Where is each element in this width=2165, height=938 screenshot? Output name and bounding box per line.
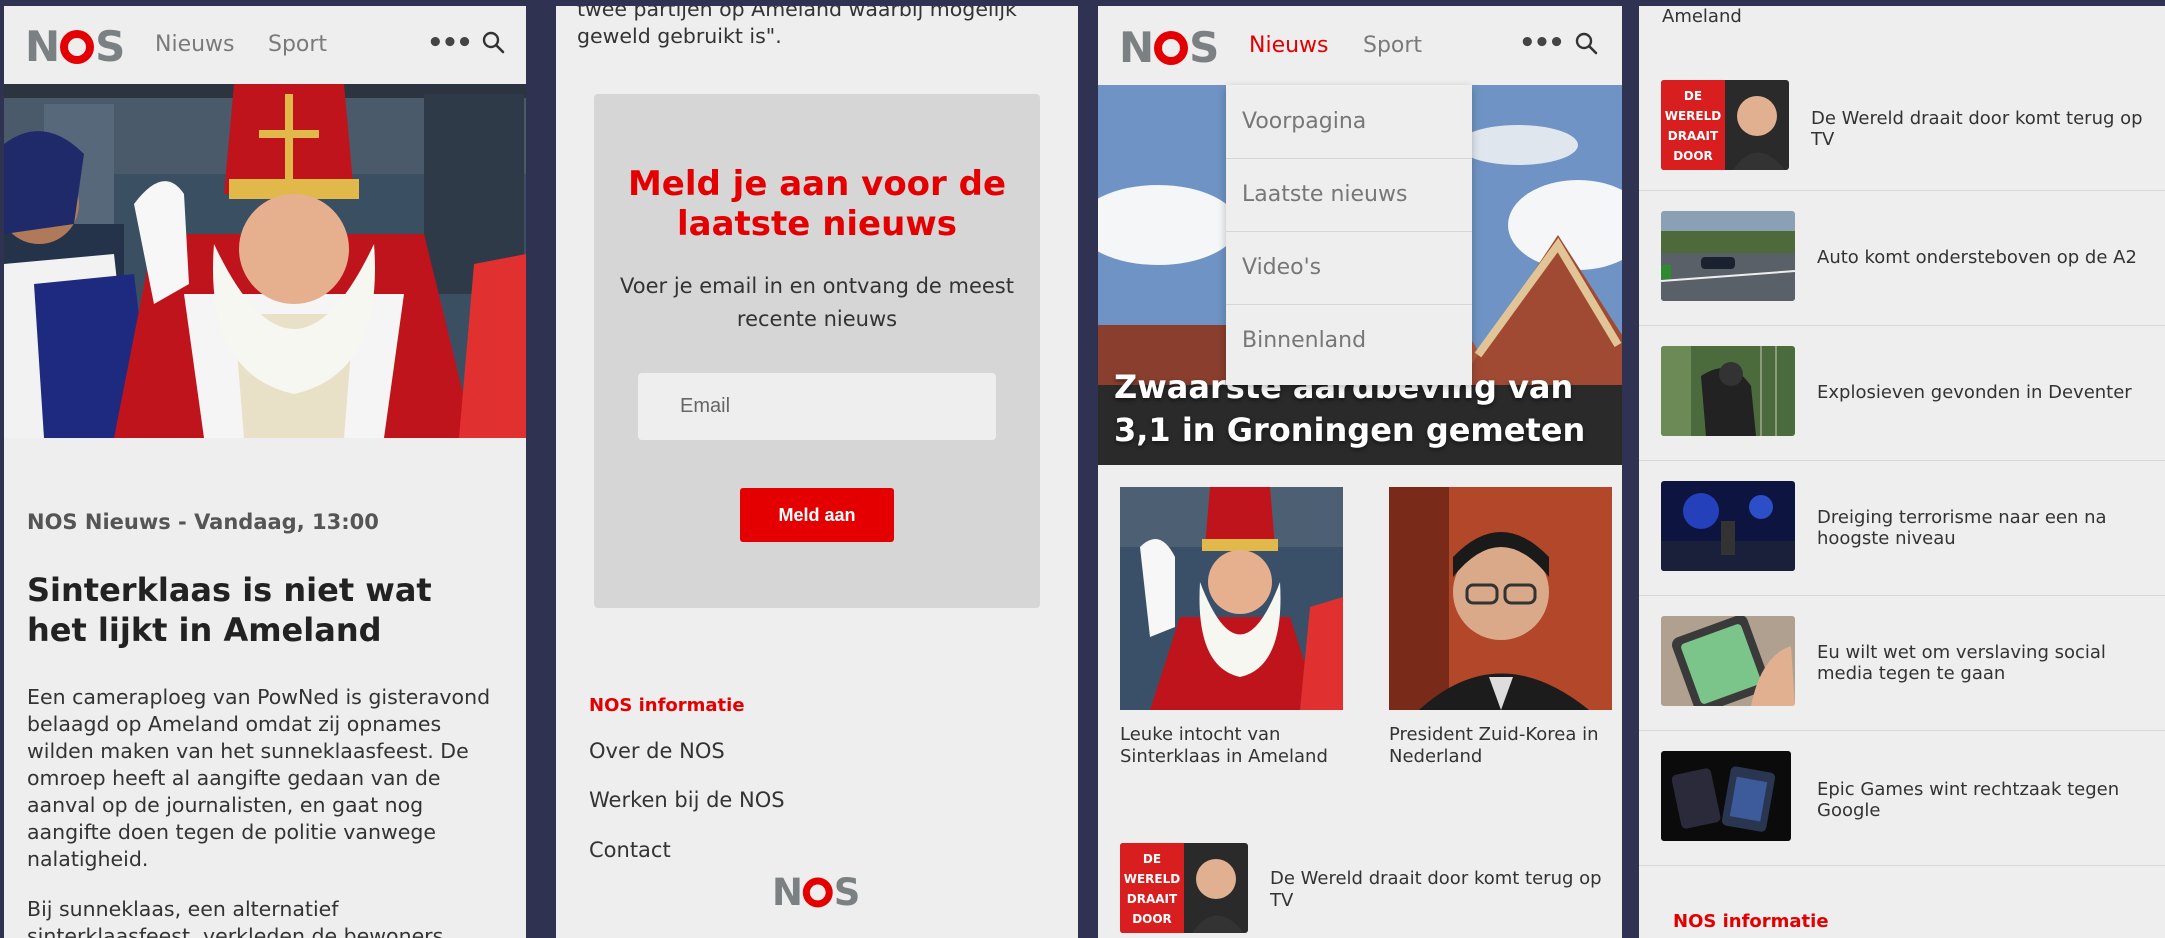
thumb-text-line: DE bbox=[1143, 852, 1161, 866]
nav-news[interactable]: Nieuws bbox=[155, 32, 235, 57]
menu-item-frontpage[interactable]: Voorpagina bbox=[1226, 85, 1472, 157]
thumb-text-line: DRAAIT bbox=[1668, 129, 1719, 143]
news-dropdown-menu: Voorpagina Laatste nieuws Video's Binnen… bbox=[1226, 85, 1472, 385]
article-title: Sinterklaas is niet wat het lijkt in Ame… bbox=[27, 571, 432, 649]
footer-link-jobs[interactable]: Werken bij de NOS bbox=[589, 788, 785, 812]
thumb-police bbox=[1661, 481, 1795, 571]
search-icon[interactable] bbox=[1574, 31, 1598, 55]
menu-item-latest[interactable]: Laatste nieuws bbox=[1226, 158, 1472, 230]
article-paragraph: Bij sunneklaas, een alternatief sinterkl… bbox=[27, 897, 444, 938]
footer-logo: NS bbox=[772, 870, 860, 914]
newsletter-subtitle: Voer je email in en ontvang de meest rec… bbox=[620, 274, 1014, 331]
home-screen-menu-open: NS Nieuws Sport ••• Zwaarste aardbeving … bbox=[1098, 6, 1622, 938]
article-paragraph: twee partijen op Ameland waarbij mogelij… bbox=[577, 6, 1017, 48]
nav-news[interactable]: Nieuws bbox=[1249, 33, 1329, 58]
card-image-president[interactable] bbox=[1389, 487, 1612, 710]
nav-sport[interactable]: Sport bbox=[1363, 33, 1422, 58]
article-paragraph: Een cameraploeg van PowNed is gisteravon… bbox=[27, 685, 491, 871]
news-list-screen: Ameland DE WERELD DRAAIT DOOR De Wereld … bbox=[1639, 6, 2165, 938]
thumb-text-line: WERELD bbox=[1124, 872, 1181, 886]
card-caption[interactable]: Leuke intocht van Sinterklaas in Ameland bbox=[1120, 724, 1330, 768]
newsletter-signup: Meld je aan voor de laatste nieuws Voer … bbox=[594, 94, 1040, 608]
card-image-sinterklaas[interactable] bbox=[1120, 487, 1343, 710]
list-item-caption: Epic Games wint rechtzaak tegen Google bbox=[1817, 779, 2120, 821]
menu-item-videos[interactable]: Video's bbox=[1226, 231, 1472, 303]
list-fragment-text: Ameland bbox=[1662, 6, 1742, 27]
thumb-dwdd[interactable]: DE WERELD DRAAIT DOOR bbox=[1120, 843, 1248, 933]
list-item[interactable]: DE WERELD DRAAIT DOOR De Wereld draait d… bbox=[1639, 56, 2165, 191]
list-item[interactable]: Eu wilt wet om verslaving social media t… bbox=[1639, 596, 2165, 731]
newsletter-title: Meld je aan voor de laatste nieuws bbox=[627, 164, 1007, 244]
footer-heading: NOS informatie bbox=[1673, 911, 1829, 932]
footer-link-about[interactable]: Over de NOS bbox=[589, 739, 725, 763]
nos-logo[interactable]: NS bbox=[25, 26, 125, 68]
thumb-text-line: DOOR bbox=[1132, 912, 1172, 926]
menu-item-domestic[interactable]: Binnenland bbox=[1226, 304, 1472, 376]
footer-link-contact[interactable]: Contact bbox=[589, 838, 671, 862]
thumb-text-line: WERELD bbox=[1665, 109, 1722, 123]
thumb-epic-games bbox=[1661, 751, 1791, 841]
hero-image-sinterklaas[interactable] bbox=[4, 84, 526, 438]
search-icon[interactable] bbox=[481, 30, 505, 54]
nav-sport[interactable]: Sport bbox=[268, 32, 327, 57]
thumb-explosives bbox=[1661, 346, 1795, 436]
thumb-highway bbox=[1661, 211, 1795, 301]
header: NS Nieuws Sport ••• bbox=[4, 6, 526, 84]
list-item[interactable]: Explosieven gevonden in Deventer bbox=[1639, 326, 2165, 461]
thumb-text-line: DRAAIT bbox=[1127, 892, 1178, 906]
list-item-caption: Explosieven gevonden in Deventer bbox=[1817, 382, 2132, 403]
header: NS Nieuws Sport ••• bbox=[1098, 6, 1622, 84]
list-item-caption: Eu wilt wet om verslaving social media t… bbox=[1817, 642, 2106, 684]
card-caption[interactable]: President Zuid-Korea in Nederland bbox=[1389, 724, 1599, 768]
subscribe-button[interactable]: Meld aan bbox=[740, 488, 894, 542]
thumb-smartphone bbox=[1661, 616, 1795, 706]
article-screen: NS Nieuws Sport ••• NOS Nieuws - Vandaag… bbox=[4, 6, 526, 938]
list-item[interactable]: Dreiging terrorisme naar een na hoogste … bbox=[1639, 461, 2165, 596]
more-menu-icon[interactable]: ••• bbox=[1519, 28, 1565, 58]
list-item-caption: Dreiging terrorisme naar een na hoogste … bbox=[1817, 507, 2107, 549]
list-item-caption[interactable]: De Wereld draait door komt terug op TV bbox=[1270, 868, 1620, 912]
thumb-dwdd: DE WERELD DRAAIT DOOR bbox=[1661, 80, 1789, 170]
article-meta: NOS Nieuws - Vandaag, 13:00 bbox=[27, 510, 379, 534]
footer-heading: NOS informatie bbox=[589, 695, 745, 716]
newsletter-screen: twee partijen op Ameland waarbij mogelij… bbox=[556, 6, 1078, 938]
thumb-text-line: DE bbox=[1684, 89, 1702, 103]
list-item-caption: De Wereld draait door komt terug op TV bbox=[1811, 108, 2143, 150]
email-input[interactable]: Email bbox=[638, 373, 996, 440]
list-item[interactable]: Auto komt ondersteboven op de A2 bbox=[1639, 191, 2165, 326]
list-item-caption: Auto komt ondersteboven op de A2 bbox=[1817, 247, 2137, 268]
list-item[interactable]: Epic Games wint rechtzaak tegen Google bbox=[1639, 731, 2165, 866]
thumb-text-line: DOOR bbox=[1673, 149, 1713, 163]
nos-logo[interactable]: NS bbox=[1119, 27, 1219, 69]
more-menu-icon[interactable]: ••• bbox=[427, 28, 473, 58]
